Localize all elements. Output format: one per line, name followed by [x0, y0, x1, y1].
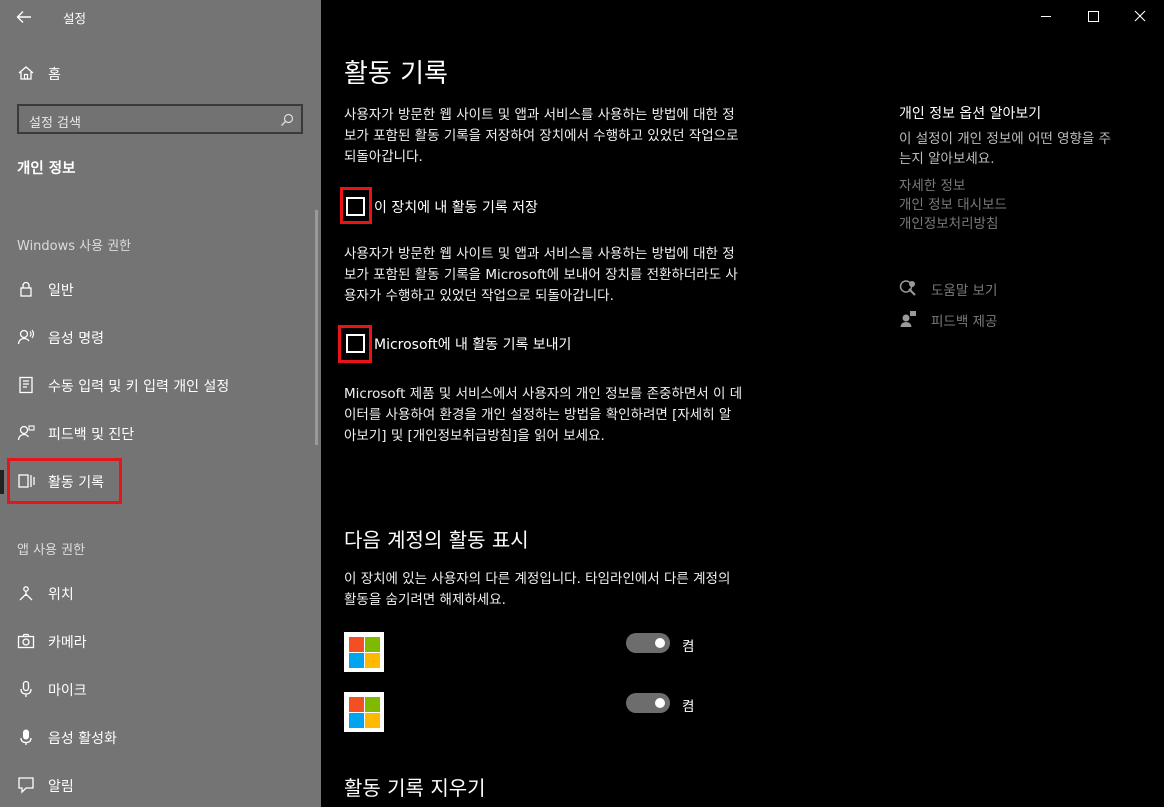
description-line: 이 장치에 있는 사용자의 다른 계정입니다. 타임라인에서 다른 계정의 — [344, 571, 731, 587]
sidebar-item-label: 카메라 — [48, 635, 87, 651]
close-button[interactable] — [1117, 0, 1163, 32]
description-send-history: 사용자가 방문한 웹 사이트 및 앱과 서비스를 사용하는 방법에 대한 정 보… — [344, 244, 804, 307]
aside-description: 이 설정이 개인 정보에 어떤 영향을 주 는지 알아보세요. — [899, 129, 1111, 169]
selected-indicator — [0, 470, 4, 494]
settings-search-input[interactable]: 설정 검색 — [17, 104, 303, 134]
speech-icon — [17, 328, 35, 346]
highlight-box-activity-history — [7, 458, 122, 504]
accounts-heading: 다음 계정의 활동 표시 — [344, 528, 529, 552]
sidebar: 설정 홈 설정 검색 개인 정보 Windows 사용 권한 일반 음성 명령 … — [0, 0, 321, 807]
send-activity-checkbox[interactable] — [346, 334, 365, 353]
description-line: 보가 포함된 활동 기록을 Microsoft에 보내어 장치를 전환하더라도 … — [344, 267, 738, 283]
help-icon — [899, 279, 917, 297]
sidebar-item-label: 마이크 — [48, 683, 87, 699]
voice-activation-icon — [17, 728, 35, 746]
description-line: 는지 알아보세요. — [899, 151, 995, 167]
account-activity-toggle[interactable] — [626, 633, 670, 653]
sidebar-item-microphone[interactable]: 마이크 — [0, 670, 321, 710]
more-info-link[interactable]: 자세한 정보 — [899, 174, 965, 194]
get-help-link[interactable]: 도움말 보기 — [931, 279, 997, 299]
camera-icon — [17, 632, 35, 650]
description-line: 이 설정이 개인 정보에 어떤 영향을 주 — [899, 131, 1112, 147]
description-save-history: 사용자가 방문한 웹 사이트 및 앱과 서비스를 사용하는 방법에 대한 정 보… — [344, 105, 804, 168]
description-line: 사용자가 방문한 웹 사이트 및 앱과 서비스를 사용하는 방법에 대한 정 — [344, 107, 735, 123]
description-line: 보가 포함된 활동 기록을 저장하여 장치에서 수행하고 있었던 작업으로 — [344, 128, 739, 144]
account-activity-toggle[interactable] — [626, 693, 670, 713]
description-line: 이터를 사용하여 환경을 개인 설정하는 방법을 확인하려면 [자세히 알 — [344, 407, 732, 423]
toggle-state-label: 켬 — [682, 639, 695, 655]
microsoft-account-logo-icon — [344, 692, 384, 732]
sidebar-item-notifications[interactable]: 알림 — [0, 766, 321, 806]
search-icon — [279, 112, 295, 128]
page-title: 활동 기록 — [344, 59, 448, 89]
description-privacy: Microsoft 제품 및 서비스에서 사용자의 개인 정보를 존중하면서 이… — [344, 384, 804, 447]
location-icon — [17, 584, 35, 602]
sidebar-item-label: 알림 — [48, 779, 74, 795]
accounts-description: 이 장치에 있는 사용자의 다른 계정입니다. 타임라인에서 다른 계정의 활동… — [344, 569, 804, 611]
sidebar-item-feedback-diagnostics[interactable]: 피드백 및 진단 — [0, 414, 321, 454]
back-arrow-icon[interactable] — [14, 8, 34, 26]
save-activity-checkbox-label[interactable]: 이 장치에 내 활동 기록 저장 — [374, 197, 538, 217]
search-placeholder: 설정 검색 — [29, 116, 81, 131]
sidebar-item-label: 수동 입력 및 키 입력 개인 설정 — [48, 379, 230, 395]
section-header-apps: 앱 사용 권한 — [17, 543, 86, 558]
privacy-policy-link[interactable]: 개인정보처리방침 — [899, 212, 998, 232]
give-feedback-link[interactable]: 피드백 제공 — [931, 310, 997, 330]
section-header-windows: Windows 사용 권한 — [17, 239, 132, 254]
home-icon — [17, 64, 35, 82]
microsoft-account-logo-icon — [344, 632, 384, 672]
minimize-button[interactable] — [1023, 0, 1069, 32]
lock-icon — [17, 280, 35, 298]
privacy-dashboard-link[interactable]: 개인 정보 대시보드 — [899, 193, 1007, 213]
sidebar-item-general[interactable]: 일반 — [0, 270, 321, 310]
category-title: 개인 정보 — [17, 161, 76, 177]
maximize-button[interactable] — [1070, 0, 1116, 32]
feedback-icon — [899, 310, 917, 328]
clear-history-heading: 활동 기록 지우기 — [344, 776, 486, 800]
description-line: 되돌아갑니다. — [344, 149, 423, 165]
window-title: 설정 — [63, 11, 87, 26]
feedback-diagnostics-icon — [17, 424, 35, 442]
description-line: 용자가 수행하고 있었던 작업으로 되돌아갑니다. — [344, 288, 614, 304]
microphone-icon — [17, 680, 35, 698]
sidebar-item-inking-typing[interactable]: 수동 입력 및 키 입력 개인 설정 — [0, 366, 321, 406]
sidebar-item-label: 홈 — [48, 67, 61, 83]
sidebar-item-location[interactable]: 위치 — [0, 574, 321, 614]
sidebar-item-label: 피드백 및 진단 — [48, 427, 135, 443]
sidebar-item-home[interactable]: 홈 — [0, 54, 321, 94]
inking-typing-icon — [17, 376, 35, 394]
description-line: Microsoft 제품 및 서비스에서 사용자의 개인 정보를 존중하면서 이… — [344, 386, 743, 402]
sidebar-item-label: 음성 명령 — [48, 331, 104, 347]
main-content: 활동 기록 사용자가 방문한 웹 사이트 및 앱과 서비스를 사용하는 방법에 … — [321, 0, 1164, 807]
send-activity-checkbox-label[interactable]: Microsoft에 내 활동 기록 보내기 — [374, 334, 571, 354]
sidebar-item-voice-activation[interactable]: 음성 활성화 — [0, 718, 321, 758]
sidebar-item-speech[interactable]: 음성 명령 — [0, 318, 321, 358]
toggle-state-label: 켬 — [682, 699, 695, 715]
sidebar-scrollbar[interactable] — [315, 210, 318, 445]
description-line: 활동을 숨기려면 해제하세요. — [344, 592, 506, 608]
sidebar-item-label: 일반 — [48, 283, 74, 299]
save-activity-checkbox[interactable] — [346, 197, 365, 216]
sidebar-item-label: 위치 — [48, 587, 74, 603]
description-line: 아보기] 및 [개인정보취급방침]을 읽어 보세요. — [344, 428, 605, 444]
description-line: 사용자가 방문한 웹 사이트 및 앱과 서비스를 사용하는 방법에 대한 정 — [344, 246, 735, 262]
sidebar-item-label: 음성 활성화 — [48, 731, 117, 747]
aside-heading: 개인 정보 옵션 알아보기 — [899, 106, 1042, 122]
notification-icon — [17, 776, 35, 794]
sidebar-item-camera[interactable]: 카메라 — [0, 622, 321, 662]
